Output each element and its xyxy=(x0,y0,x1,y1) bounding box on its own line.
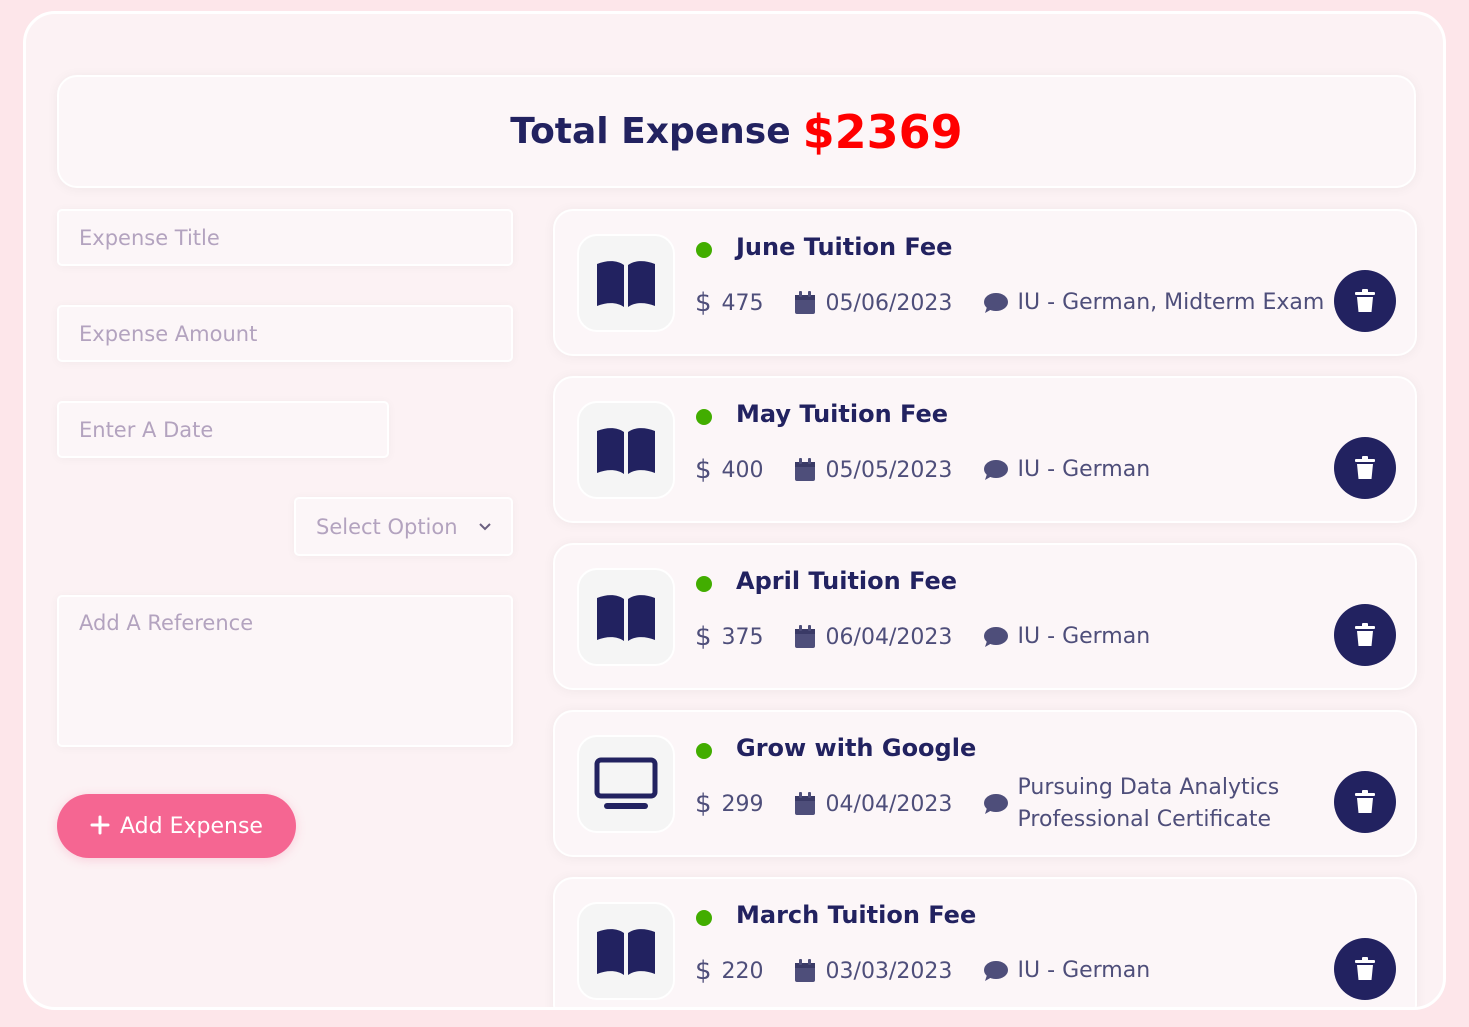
trash-icon xyxy=(1355,456,1375,479)
status-dot xyxy=(696,409,712,425)
expense-item-amount: 400 xyxy=(721,457,764,483)
comment-icon xyxy=(983,459,1008,481)
expense-item-amount: 475 xyxy=(721,290,764,316)
status-dot xyxy=(696,910,712,926)
expense-item-meta: $ 400 05/05/2023 IU - German xyxy=(695,453,1150,487)
expense-amount-input[interactable] xyxy=(57,305,513,362)
comment-icon xyxy=(983,292,1008,314)
expense-item-amount: 375 xyxy=(721,624,764,650)
expense-item-date: 04/04/2023 xyxy=(825,791,953,817)
dollar-icon: $ xyxy=(695,455,712,485)
expense-item: March Tuition Fee $ 220 03/03/2023 IU - … xyxy=(553,877,1417,1007)
category-icon-box xyxy=(577,401,675,499)
status-dot xyxy=(696,743,712,759)
category-select[interactable]: Select Option xyxy=(294,497,513,556)
expense-item-meta: $ 299 04/04/2023 Pursuing Data Analytics… xyxy=(695,775,1318,832)
expense-item: April Tuition Fee $ 375 06/04/2023 IU - … xyxy=(553,543,1417,690)
expense-item-title: April Tuition Fee xyxy=(736,567,958,595)
status-dot xyxy=(696,242,712,258)
date-input[interactable] xyxy=(57,401,389,458)
expense-item-title: Grow with Google xyxy=(736,734,977,762)
dollar-icon: $ xyxy=(695,956,712,986)
plus-icon xyxy=(90,811,110,841)
expense-item: May Tuition Fee $ 400 05/05/2023 IU - Ge… xyxy=(553,376,1417,523)
calendar-icon xyxy=(794,291,816,315)
expense-item-meta: $ 375 06/04/2023 IU - German xyxy=(695,620,1150,654)
category-icon-box xyxy=(577,234,675,332)
expense-list: June Tuition Fee $ 475 05/06/2023 IU - G… xyxy=(553,209,1417,1007)
delete-button[interactable] xyxy=(1334,270,1396,332)
total-expense-amount: $2369 xyxy=(802,104,963,159)
expense-item-reference: IU - German xyxy=(1017,457,1151,482)
calendar-icon xyxy=(794,458,816,482)
book-icon xyxy=(597,261,655,307)
expense-item-reference: IU - German xyxy=(1017,624,1151,649)
add-expense-button[interactable]: Add Expense xyxy=(57,794,296,858)
delete-button[interactable] xyxy=(1334,938,1396,1000)
chevron-down-icon xyxy=(479,519,491,535)
expense-item-amount: 220 xyxy=(721,958,764,984)
expense-item-reference: IU - German xyxy=(1017,958,1151,983)
trash-icon xyxy=(1355,623,1375,646)
calendar-icon xyxy=(794,959,816,983)
expense-item-title: May Tuition Fee xyxy=(736,400,948,428)
book-icon xyxy=(597,428,655,474)
expense-item-date: 05/05/2023 xyxy=(825,457,953,483)
delete-button[interactable] xyxy=(1334,604,1396,666)
category-icon-box xyxy=(577,568,675,666)
total-expense-label: Total Expense xyxy=(510,111,791,152)
add-expense-label: Add Expense xyxy=(120,813,263,839)
comment-icon xyxy=(983,626,1008,648)
expense-item-reference: IU - German, Midterm Exam xyxy=(1017,290,1325,315)
expense-item-date: 06/04/2023 xyxy=(825,624,953,650)
expense-item-date: 03/03/2023 xyxy=(825,958,953,984)
expense-app: Total Expense $2369 Select Option Add Ex… xyxy=(23,11,1446,1010)
status-dot xyxy=(696,576,712,592)
dollar-icon: $ xyxy=(695,288,712,318)
expense-item-meta: $ 220 03/03/2023 IU - German xyxy=(695,954,1150,988)
trash-icon xyxy=(1355,289,1375,312)
expense-item-title: June Tuition Fee xyxy=(736,233,953,261)
calendar-icon xyxy=(794,625,816,649)
expense-item-title: March Tuition Fee xyxy=(736,901,977,929)
expense-item: Grow with Google $ 299 04/04/2023 Pursui… xyxy=(553,710,1417,857)
dollar-icon: $ xyxy=(695,789,712,819)
calendar-icon xyxy=(794,792,816,816)
laptop-icon xyxy=(594,757,658,809)
trash-icon xyxy=(1355,790,1375,813)
dollar-icon: $ xyxy=(695,622,712,652)
expense-item-meta: $ 475 05/06/2023 IU - German, Midterm Ex… xyxy=(695,286,1324,320)
expense-item-reference: Pursuing Data Analytics Professional Cer… xyxy=(1017,775,1280,832)
category-icon-box xyxy=(577,902,675,1000)
book-icon xyxy=(597,929,655,975)
trash-icon xyxy=(1355,957,1375,980)
expense-item-date: 05/06/2023 xyxy=(825,290,953,316)
expense-item: June Tuition Fee $ 475 05/06/2023 IU - G… xyxy=(553,209,1417,356)
comment-icon xyxy=(983,960,1008,982)
reference-textarea[interactable] xyxy=(57,595,513,747)
comment-icon xyxy=(983,793,1008,815)
expense-title-input[interactable] xyxy=(57,209,513,266)
category-icon-box xyxy=(577,735,675,833)
book-icon xyxy=(597,595,655,641)
total-expense-panel: Total Expense $2369 xyxy=(57,75,1416,188)
delete-button[interactable] xyxy=(1334,437,1396,499)
category-select-value: Select Option xyxy=(316,514,458,539)
delete-button[interactable] xyxy=(1334,771,1396,833)
expense-item-amount: 299 xyxy=(721,791,764,817)
